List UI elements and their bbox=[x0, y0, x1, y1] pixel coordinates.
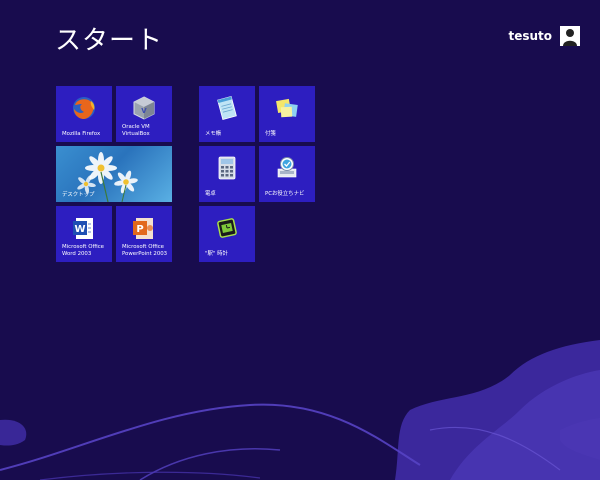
clock-icon bbox=[214, 215, 240, 241]
pc-tips-icon bbox=[274, 155, 300, 181]
tile-label: Oracle VM VirtualBox bbox=[122, 124, 150, 137]
tile-calculator[interactable]: 電卓 bbox=[199, 146, 255, 202]
tile-virtualbox[interactable]: V Oracle VM VirtualBox bbox=[116, 86, 172, 142]
start-screen-title: スタート bbox=[55, 26, 164, 56]
tile-label: Microsoft Office PowerPoint 2003 bbox=[122, 244, 168, 257]
user-account[interactable]: tesuto bbox=[508, 26, 580, 46]
svg-text:V: V bbox=[141, 107, 147, 115]
tile-label: 電卓 bbox=[205, 190, 216, 197]
sticky-notes-icon bbox=[274, 95, 300, 121]
tile-label: "駅" 時計 bbox=[205, 250, 228, 257]
tile-label: Microsoft Office Word 2003 bbox=[62, 244, 104, 257]
calculator-icon bbox=[214, 155, 240, 181]
tile-label: PCお役立ちナビ bbox=[265, 190, 305, 197]
tile-label: メモ帳 bbox=[205, 130, 222, 137]
tile-desktop[interactable]: デスクトップ bbox=[56, 146, 172, 202]
tile-firefox[interactable]: Mozilla Firefox bbox=[56, 86, 112, 142]
svg-text:W: W bbox=[74, 224, 85, 235]
user-silhouette-icon bbox=[560, 26, 580, 46]
tile-label: デスクトップ bbox=[62, 191, 95, 198]
svg-text:P: P bbox=[136, 224, 143, 235]
tile-label: Mozilla Firefox bbox=[62, 130, 101, 137]
virtualbox-icon: V bbox=[131, 95, 157, 121]
powerpoint-icon: P bbox=[131, 215, 157, 241]
firefox-icon bbox=[71, 95, 97, 121]
tile-clock[interactable]: "駅" 時計 bbox=[199, 206, 255, 262]
user-name: tesuto bbox=[508, 29, 552, 43]
notepad-icon bbox=[214, 95, 240, 121]
word-icon: W bbox=[71, 215, 97, 241]
tile-powerpoint[interactable]: P Microsoft Office PowerPoint 2003 bbox=[116, 206, 172, 262]
tile-notepad[interactable]: メモ帳 bbox=[199, 86, 255, 142]
tile-label: 付箋 bbox=[265, 130, 276, 137]
tile-sticky-notes[interactable]: 付箋 bbox=[259, 86, 315, 142]
tile-pc-tips[interactable]: PCお役立ちナビ bbox=[259, 146, 315, 202]
tile-word[interactable]: W Microsoft Office Word 2003 bbox=[56, 206, 112, 262]
